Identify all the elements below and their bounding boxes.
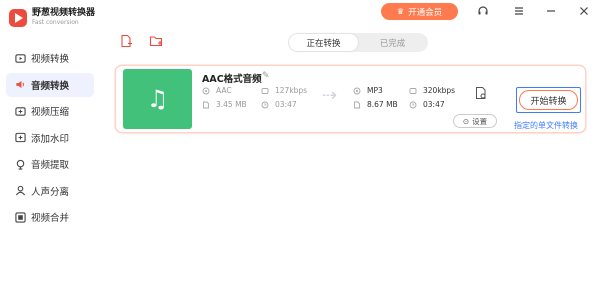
minimize-icon[interactable] bbox=[544, 4, 558, 18]
sidebar-item-vocal-separate[interactable]: 人声分离 bbox=[6, 179, 94, 203]
file-name: AAC格式音频 bbox=[202, 74, 262, 85]
sidebar-item-label: 视频合并 bbox=[31, 213, 70, 224]
crown-icon: ♛ bbox=[396, 7, 405, 16]
source-duration: 03:47 bbox=[261, 100, 297, 109]
app-brand: 野葱视频转换器 Fast conversion bbox=[9, 8, 95, 27]
close-icon[interactable] bbox=[577, 4, 591, 18]
sidebar-item-label: 音频转换 bbox=[31, 80, 70, 92]
target-duration: 03:47 bbox=[409, 100, 445, 109]
app-subtitle: Fast conversion bbox=[32, 19, 79, 26]
source-size: 3.45 MB bbox=[202, 100, 247, 109]
sidebar-item-label: 音频提取 bbox=[31, 160, 70, 171]
sidebar-item-video-merge[interactable]: 视频合并 bbox=[6, 205, 94, 229]
bitrate-icon bbox=[409, 87, 417, 95]
filesize-icon bbox=[353, 101, 361, 109]
app-logo-icon bbox=[9, 8, 27, 27]
app-title: 野葱视频转换器 bbox=[32, 8, 96, 18]
target-format[interactable]: MP3 bbox=[353, 86, 383, 95]
toolbar: 正在转换 已完成 bbox=[104, 28, 607, 58]
bitrate-icon bbox=[261, 87, 269, 95]
video-compress-icon bbox=[15, 106, 26, 117]
format-icon bbox=[353, 87, 361, 95]
add-folder-icon[interactable] bbox=[149, 34, 163, 48]
target-size: 8.67 MB bbox=[353, 100, 398, 109]
vip-button-label: 开通会员 bbox=[408, 7, 443, 18]
watermark-icon bbox=[15, 132, 26, 143]
sidebar-item-audio-extract[interactable]: 音频提取 bbox=[6, 152, 94, 176]
sidebar-nav: 视频转换 音频转换 视频压缩 添加水印 音频提取 人声分离 视频合并 bbox=[6, 46, 94, 232]
start-convert-button[interactable]: 开始转换 bbox=[519, 90, 578, 110]
top-bar: ♛ 开通会员 bbox=[104, 0, 607, 28]
sidebar-item-label: 人声分离 bbox=[31, 186, 70, 198]
output-settings-icon[interactable] bbox=[474, 86, 488, 100]
sidebar: 野葱视频转换器 Fast conversion 视频转换 音频转换 视频压缩 添… bbox=[0, 0, 104, 293]
video-merge-icon bbox=[15, 211, 26, 223]
menu-icon[interactable] bbox=[512, 4, 526, 18]
single-file-convert-link[interactable]: 指定的单文件转换 bbox=[514, 120, 578, 131]
settings-button[interactable]: ⊙ 设置 bbox=[453, 114, 497, 128]
headset-icon[interactable] bbox=[476, 4, 490, 18]
target-bitrate[interactable]: 320kbps bbox=[409, 86, 455, 95]
filesize-icon bbox=[202, 101, 210, 109]
music-note-icon: ♫ bbox=[146, 85, 169, 113]
source-format: AAC bbox=[202, 86, 232, 95]
sidebar-item-label: 添加水印 bbox=[31, 133, 70, 145]
sidebar-item-label: 视频压缩 bbox=[31, 107, 70, 118]
sidebar-item-audio-convert[interactable]: 音频转换 bbox=[6, 72, 94, 97]
vip-button[interactable]: ♛ 开通会员 bbox=[381, 3, 458, 20]
video-convert-icon bbox=[15, 53, 26, 64]
tab-completed[interactable]: 已完成 bbox=[358, 34, 427, 51]
convert-arrow-icon: ⇢ bbox=[322, 85, 338, 106]
clock-icon bbox=[261, 101, 269, 109]
source-bitrate: 127kbps bbox=[261, 86, 307, 95]
audio-extract-icon bbox=[15, 159, 26, 170]
sidebar-item-label: 视频转换 bbox=[31, 54, 70, 65]
audio-thumbnail: ♫ bbox=[123, 69, 192, 129]
vocal-separate-icon bbox=[15, 185, 26, 196]
tab-converting[interactable]: 正在转换 bbox=[289, 34, 358, 51]
edit-icon[interactable]: ✎ bbox=[262, 71, 270, 81]
format-icon bbox=[202, 87, 210, 95]
sidebar-item-video-compress[interactable]: 视频压缩 bbox=[6, 99, 94, 123]
settings-gear-icon: ⊙ bbox=[462, 116, 470, 126]
add-file-icon[interactable] bbox=[119, 34, 133, 48]
clock-icon bbox=[409, 101, 417, 109]
sidebar-item-watermark[interactable]: 添加水印 bbox=[6, 126, 94, 150]
audio-convert-icon bbox=[15, 79, 26, 90]
sidebar-item-video-convert[interactable]: 视频转换 bbox=[6, 46, 94, 70]
status-tabs: 正在转换 已完成 bbox=[288, 33, 428, 52]
